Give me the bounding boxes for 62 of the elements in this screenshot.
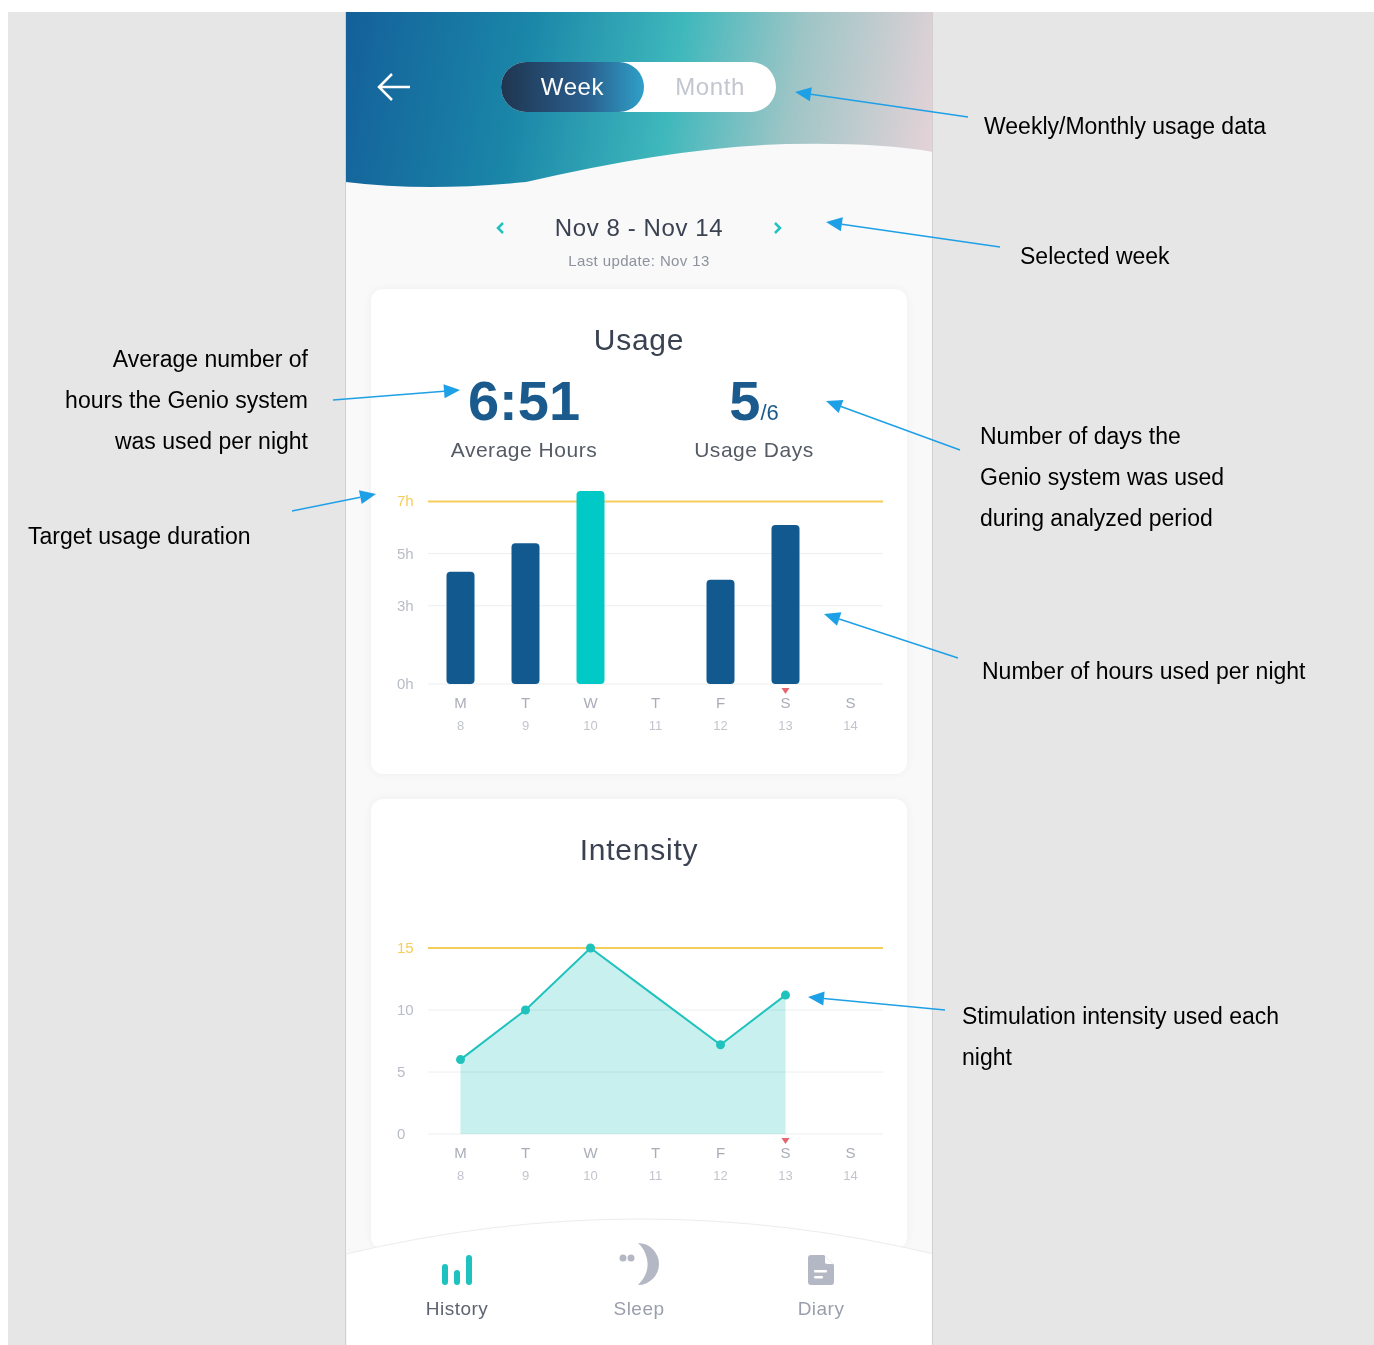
axis-label: S [780, 1143, 791, 1161]
axis-label: 15 [397, 938, 414, 956]
date-range: Nov 8 - Nov 14 [554, 213, 724, 243]
date-label: 9 [521, 1167, 530, 1183]
axis-label: 5 [397, 1062, 406, 1080]
nav-tab[interactable]: Sleep [579, 1238, 699, 1324]
axis-label: W [583, 694, 598, 711]
axis-label: 0h [397, 675, 414, 692]
last-update: Last update: Nov 13 [568, 251, 710, 271]
axis-label: T [520, 1143, 531, 1161]
axis-label: W [583, 1143, 598, 1161]
card-title: Intensity [579, 831, 699, 868]
date-label: 12 [713, 718, 728, 733]
toggle-tab[interactable]: Week [501, 62, 644, 112]
date-label: 12 [713, 1167, 728, 1183]
annotation-text: Stimulation intensity used each night [962, 1002, 1280, 1072]
axis-label: F [715, 1143, 726, 1161]
stat-label: Usage Days [694, 436, 814, 463]
axis-label: 3h [397, 596, 414, 614]
date-label: 13 [778, 718, 793, 733]
axis-label: 10 [397, 1000, 414, 1018]
annotation-text: Weekly/Monthly usage data [984, 112, 1267, 141]
annotation-text: Number of hours used per night [982, 657, 1306, 686]
axis-label: T [650, 694, 661, 711]
back-arrow-icon[interactable] [376, 72, 412, 102]
annotation-text: Average number of hours the Genio system was used per night [65, 345, 308, 456]
nav-tab[interactable]: Diary [761, 1238, 881, 1324]
document-icon [808, 1255, 834, 1285]
axis-label: F [715, 694, 726, 711]
chevron-right-icon[interactable] [773, 221, 784, 235]
nav-tab[interactable]: History [397, 1238, 517, 1324]
bar-chart-icon [441, 1255, 473, 1285]
axis-label: S [845, 1143, 856, 1161]
axis-label: T [650, 1143, 661, 1161]
axis-label: 5h [397, 544, 414, 562]
toggle-tab[interactable]: Month [644, 62, 776, 112]
annotation-text: Number of days the Genio system was used during analyzed period [980, 422, 1225, 533]
date-label: 11 [648, 718, 663, 733]
date-label: 8 [456, 1167, 465, 1183]
date-label: 9 [521, 718, 530, 733]
stat-total: /6 [760, 399, 779, 427]
date-label: 13 [778, 1167, 793, 1183]
date-label: 10 [583, 718, 598, 733]
stat-value: 5 [729, 367, 761, 434]
axis-label: M [454, 694, 467, 711]
date-label: 8 [456, 718, 465, 733]
axis-label: M [454, 1143, 467, 1161]
annotation-text: Selected week [1020, 242, 1170, 271]
date-label: 14 [843, 1167, 858, 1183]
date-label: 14 [843, 718, 858, 733]
stat-value: 6:51 [467, 367, 581, 434]
date-label: 11 [648, 1167, 663, 1183]
card-title: Usage [593, 321, 685, 358]
chevron-left-icon[interactable] [494, 221, 505, 235]
date-label: 10 [583, 1167, 598, 1183]
axis-label: T [520, 694, 531, 711]
axis-label: 7h [397, 492, 414, 510]
stat-label: Average Hours [450, 436, 598, 463]
axis-label: S [845, 694, 856, 711]
axis-label: S [780, 694, 791, 711]
axis-label: 0 [397, 1124, 406, 1142]
annotation-text: Target usage duration [28, 522, 251, 551]
